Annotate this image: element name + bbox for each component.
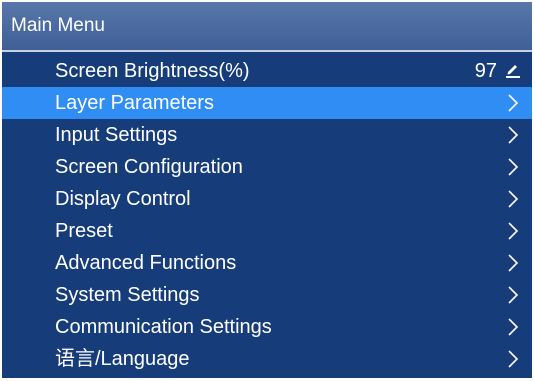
chevron-right-icon (508, 222, 519, 240)
menu-item-label: Preset (55, 220, 113, 242)
menu-item-screen-configuration[interactable]: Screen Configuration (2, 151, 532, 183)
menu-item-display-control[interactable]: Display Control (2, 183, 532, 215)
chevron-right-icon (508, 190, 519, 208)
page-title: Main Menu (11, 15, 105, 36)
menu-item-label: Input Settings (55, 124, 178, 146)
menu-item-input-settings[interactable]: Input Settings (2, 119, 532, 151)
menu-item-label: Layer Parameters (55, 92, 214, 114)
chevron-right-icon (508, 94, 519, 112)
chevron-right-icon (508, 254, 519, 272)
chevron-right-icon (508, 286, 519, 304)
menu-item-label: Advanced Functions (55, 252, 237, 274)
menu-item-language[interactable]: 语言/Language (2, 343, 532, 375)
chevron-right-icon (508, 126, 519, 144)
chevron-right-icon (508, 350, 519, 368)
menu-item-label: Screen Brightness(%) (55, 60, 250, 82)
brightness-value: 97 (474, 60, 497, 82)
menu-item-label: System Settings (55, 284, 200, 306)
menu-item-screen-brightness[interactable]: Screen Brightness(%) 97 (2, 55, 532, 87)
menu-item-layer-parameters[interactable]: Layer Parameters (2, 87, 532, 119)
menu-item-system-settings[interactable]: System Settings (2, 279, 532, 311)
menu-list: Screen Brightness(%) 97 Layer Parameters… (2, 55, 532, 375)
menu-item-label: Display Control (55, 188, 191, 210)
chevron-right-icon (508, 318, 519, 336)
menu-item-advanced-functions[interactable]: Advanced Functions (2, 247, 532, 279)
menu-item-preset[interactable]: Preset (2, 215, 532, 247)
menu-item-communication-settings[interactable]: Communication Settings (2, 311, 532, 343)
chevron-right-icon (508, 158, 519, 176)
main-menu-screen: Main Menu Screen Brightness(%) 97 Layer … (2, 2, 532, 378)
title-bar: Main Menu (2, 2, 532, 52)
menu-item-label: Screen Configuration (55, 156, 243, 178)
menu-item-label: Communication Settings (55, 316, 272, 338)
menu-item-label: 语言/Language (55, 348, 190, 370)
edit-icon[interactable] (505, 61, 521, 79)
